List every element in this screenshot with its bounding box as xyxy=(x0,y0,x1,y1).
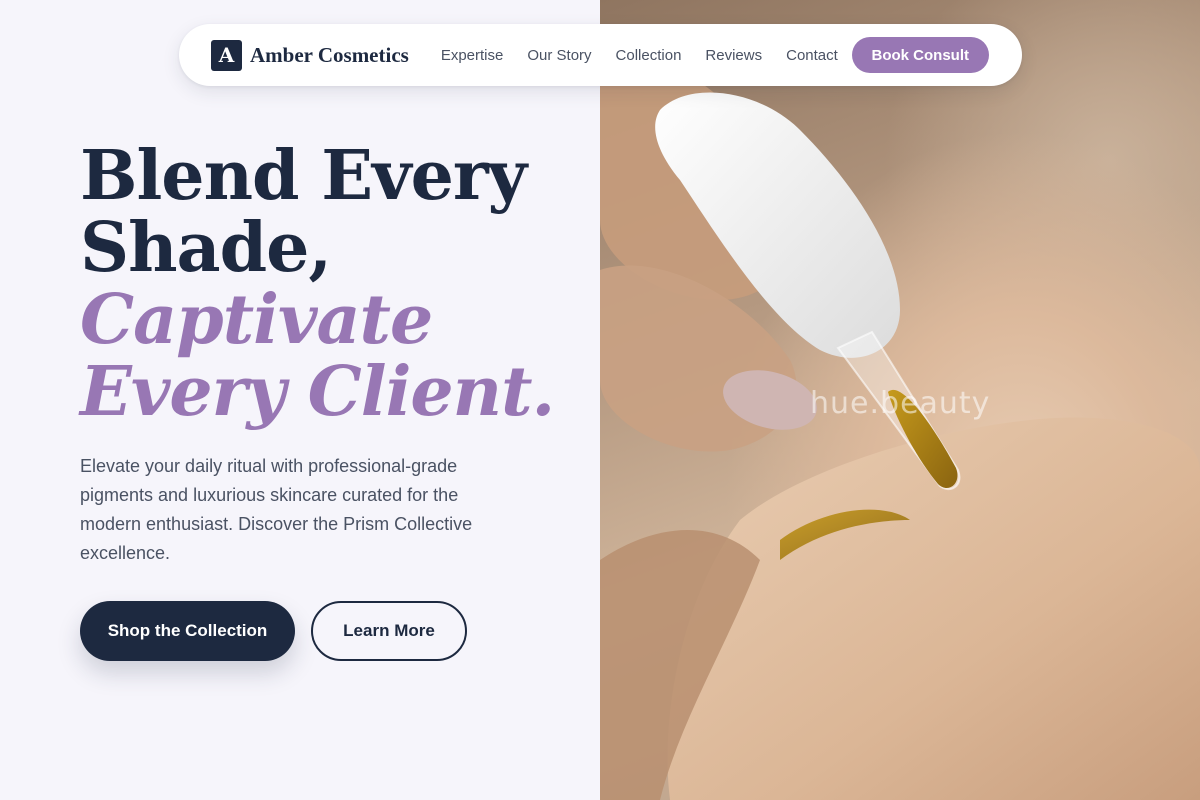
headline-accent-line: Every Client. xyxy=(80,352,555,432)
image-watermark: hue.beauty xyxy=(810,386,991,421)
learn-more-button[interactable]: Learn More xyxy=(311,601,467,661)
nav-links: Expertise Our Story Collection Reviews C… xyxy=(441,47,838,64)
hero-image: hue.beauty xyxy=(600,0,1200,800)
nav-link-collection[interactable]: Collection xyxy=(616,47,682,64)
landing-page: hue.beauty A Amber Cosmetics Expertise O… xyxy=(0,0,1200,800)
shop-collection-button[interactable]: Shop the Collection xyxy=(80,601,295,661)
headline-line: Blend Every xyxy=(80,136,527,216)
brand-mark: A xyxy=(211,39,242,71)
nav-link-contact[interactable]: Contact xyxy=(786,47,838,64)
hero-subtitle: Elevate your daily ritual with professio… xyxy=(80,456,473,563)
hero-headline: Blend Every Shade, Captivate Every Clien… xyxy=(80,136,555,432)
nav-link-reviews[interactable]: Reviews xyxy=(705,47,762,64)
headline-line: Shade, xyxy=(80,208,332,288)
top-navbar: A Amber Cosmetics Expertise Our Story Co… xyxy=(179,24,1022,86)
nav-link-expertise[interactable]: Expertise xyxy=(441,47,504,64)
nav-link-our-story[interactable]: Our Story xyxy=(527,47,591,64)
brand-name: Amber Cosmetics xyxy=(250,42,409,67)
brand-logo[interactable]: A Amber Cosmetics xyxy=(211,39,409,71)
headline-accent-line: Captivate xyxy=(80,280,433,360)
book-consult-button[interactable]: Book Consult xyxy=(851,37,989,73)
